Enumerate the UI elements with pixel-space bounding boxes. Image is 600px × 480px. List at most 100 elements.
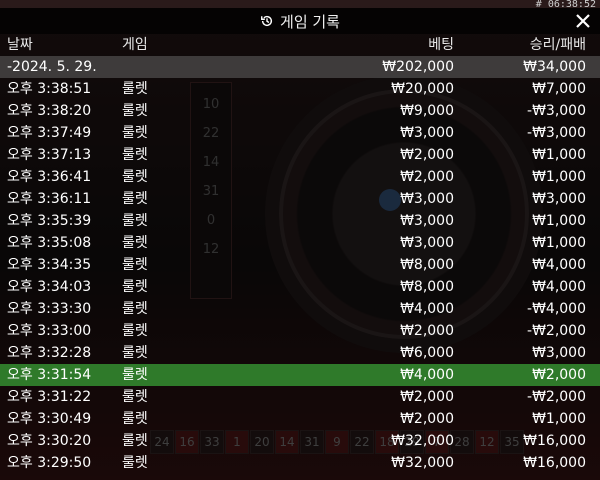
row-time: 오후 3:29:50 — [7, 455, 92, 471]
row-time: 오후 3:32:28 — [7, 345, 92, 361]
row-time: 오후 3:31:54 — [7, 367, 92, 383]
table-row[interactable]: 오후 3:34:35 룰렛 ₩8,000 ₩4,000 — [0, 254, 600, 276]
row-bet: ₩4,000 — [400, 301, 454, 317]
row-result: ₩3,000 — [532, 191, 586, 207]
row-result: ₩1,000 — [532, 147, 586, 163]
row-result: ₩4,000 — [532, 279, 586, 295]
row-result: ₩4,000 — [532, 257, 586, 273]
row-bet: ₩2,000 — [400, 323, 454, 339]
row-game: 룰렛 — [122, 257, 148, 273]
table-row[interactable]: 오후 3:33:00 룰렛 ₩2,000 -₩2,000 — [0, 320, 600, 342]
row-time: 오후 3:37:13 — [7, 147, 92, 163]
panel-header: 게임 기록 — [0, 8, 600, 34]
table-row[interactable]: 오후 3:31:54 룰렛 ₩4,000 ₩2,000 — [0, 364, 600, 386]
table-row[interactable]: 오후 3:30:20 룰렛 ₩32,000 ₩16,000 — [0, 430, 600, 452]
column-result: 승리/패배 — [529, 37, 586, 53]
row-bet: ₩3,000 — [400, 235, 454, 251]
row-time: 오후 3:36:11 — [7, 191, 92, 207]
row-result: -₩3,000 — [527, 125, 586, 141]
panel-title: 게임 기록 — [280, 12, 340, 31]
row-result: ₩3,000 — [532, 345, 586, 361]
row-time: 오후 3:31:22 — [7, 389, 92, 405]
row-bet: ₩8,000 — [400, 257, 454, 273]
row-time: 오후 3:35:08 — [7, 235, 92, 251]
row-game: 룰렛 — [122, 301, 148, 317]
row-game: 룰렛 — [122, 455, 148, 471]
row-time: 오후 3:30:49 — [7, 411, 92, 427]
row-bet: ₩2,000 — [400, 147, 454, 163]
row-result: -₩4,000 — [527, 301, 586, 317]
close-button[interactable] — [572, 10, 594, 32]
table-row[interactable]: 오후 3:37:13 룰렛 ₩2,000 ₩1,000 — [0, 144, 600, 166]
row-result: ₩7,000 — [532, 81, 586, 97]
row-time: 오후 3:33:30 — [7, 301, 92, 317]
row-game: 룰렛 — [122, 213, 148, 229]
row-time: 오후 3:36:41 — [7, 169, 92, 185]
row-game: 룰렛 — [122, 367, 148, 383]
table-row[interactable]: 오후 3:35:08 룰렛 ₩3,000 ₩1,000 — [0, 232, 600, 254]
close-icon — [576, 14, 590, 28]
row-time: 오후 3:30:20 — [7, 433, 92, 449]
row-result: ₩1,000 — [532, 235, 586, 251]
summary-bet: ₩202,000 — [382, 59, 454, 75]
row-game: 룰렛 — [122, 235, 148, 251]
row-result: -₩3,000 — [527, 103, 586, 119]
table-row[interactable]: 오후 3:32:28 룰렛 ₩6,000 ₩3,000 — [0, 342, 600, 364]
history-icon — [261, 15, 273, 27]
row-game: 룰렛 — [122, 389, 148, 405]
column-game: 게임 — [122, 37, 148, 53]
row-game: 룰렛 — [122, 81, 148, 97]
row-time: 오후 3:37:49 — [7, 125, 92, 141]
table-row[interactable]: 오후 3:30:49 룰렛 ₩2,000 ₩1,000 — [0, 408, 600, 430]
row-result: -₩2,000 — [527, 323, 586, 339]
row-result: -₩2,000 — [527, 389, 586, 405]
row-time: 오후 3:35:39 — [7, 213, 92, 229]
column-headers: 날짜 게임 베팅 승리/패배 — [0, 34, 600, 56]
row-bet: ₩3,000 — [400, 213, 454, 229]
row-result: ₩1,000 — [532, 411, 586, 427]
row-time: 오후 3:38:20 — [7, 103, 92, 119]
row-bet: ₩20,000 — [391, 81, 454, 97]
row-game: 룰렛 — [122, 125, 148, 141]
table-row[interactable]: 오후 3:38:51 룰렛 ₩20,000 ₩7,000 — [0, 78, 600, 100]
column-bet: 베팅 — [428, 37, 454, 53]
table-row[interactable]: 오후 3:33:30 룰렛 ₩4,000 -₩4,000 — [0, 298, 600, 320]
row-time: 오후 3:38:51 — [7, 81, 92, 97]
row-game: 룰렛 — [122, 103, 148, 119]
row-bet: ₩2,000 — [400, 169, 454, 185]
table-row[interactable]: 오후 3:36:41 룰렛 ₩2,000 ₩1,000 — [0, 166, 600, 188]
row-time: 오후 3:34:03 — [7, 279, 92, 295]
row-result: ₩16,000 — [523, 433, 586, 449]
row-bet: ₩8,000 — [400, 279, 454, 295]
row-bet: ₩3,000 — [400, 125, 454, 141]
clock: # 06:38:52 — [535, 0, 596, 10]
table-row[interactable]: 오후 3:31:22 룰렛 ₩2,000 -₩2,000 — [0, 386, 600, 408]
history-list: 오후 3:38:51 룰렛 ₩20,000 ₩7,000 오후 3:38:20 룰렛 ₩9,… — [0, 78, 600, 474]
row-bet: ₩6,000 — [400, 345, 454, 361]
row-result: ₩1,000 — [532, 213, 586, 229]
row-bet: ₩4,000 — [400, 367, 454, 383]
row-bet: ₩2,000 — [400, 389, 454, 405]
summary-result: ₩34,000 — [523, 59, 586, 75]
table-row[interactable]: 오후 3:35:39 룰렛 ₩3,000 ₩1,000 — [0, 210, 600, 232]
table-row[interactable]: 오후 3:34:03 룰렛 ₩8,000 ₩4,000 — [0, 276, 600, 298]
column-date: 날짜 — [7, 37, 33, 53]
table-row[interactable]: 오후 3:37:49 룰렛 ₩3,000 -₩3,000 — [0, 122, 600, 144]
date-summary-row[interactable]: -2024. 5. 29. ₩202,000 ₩34,000 — [0, 56, 600, 78]
game-history-panel: 게임 기록 날짜 게임 베팅 승리/패배 -2024. 5. 29. ₩202,… — [0, 8, 600, 480]
row-game: 룰렛 — [122, 411, 148, 427]
row-bet: ₩32,000 — [391, 433, 454, 449]
row-game: 룰렛 — [122, 279, 148, 295]
row-game: 룰렛 — [122, 433, 148, 449]
row-game: 룰렛 — [122, 345, 148, 361]
row-time: 오후 3:34:35 — [7, 257, 92, 273]
summary-date: -2024. 5. 29. — [7, 59, 97, 75]
row-result: ₩1,000 — [532, 169, 586, 185]
row-game: 룰렛 — [122, 323, 148, 339]
table-row[interactable]: 오후 3:29:50 룰렛 ₩32,000 ₩16,000 — [0, 452, 600, 474]
row-bet: ₩32,000 — [391, 455, 454, 471]
row-game: 룰렛 — [122, 169, 148, 185]
row-bet: ₩9,000 — [400, 103, 454, 119]
table-row[interactable]: 오후 3:38:20 룰렛 ₩9,000 -₩3,000 — [0, 100, 600, 122]
table-row[interactable]: 오후 3:36:11 룰렛 ₩3,000 ₩3,000 — [0, 188, 600, 210]
